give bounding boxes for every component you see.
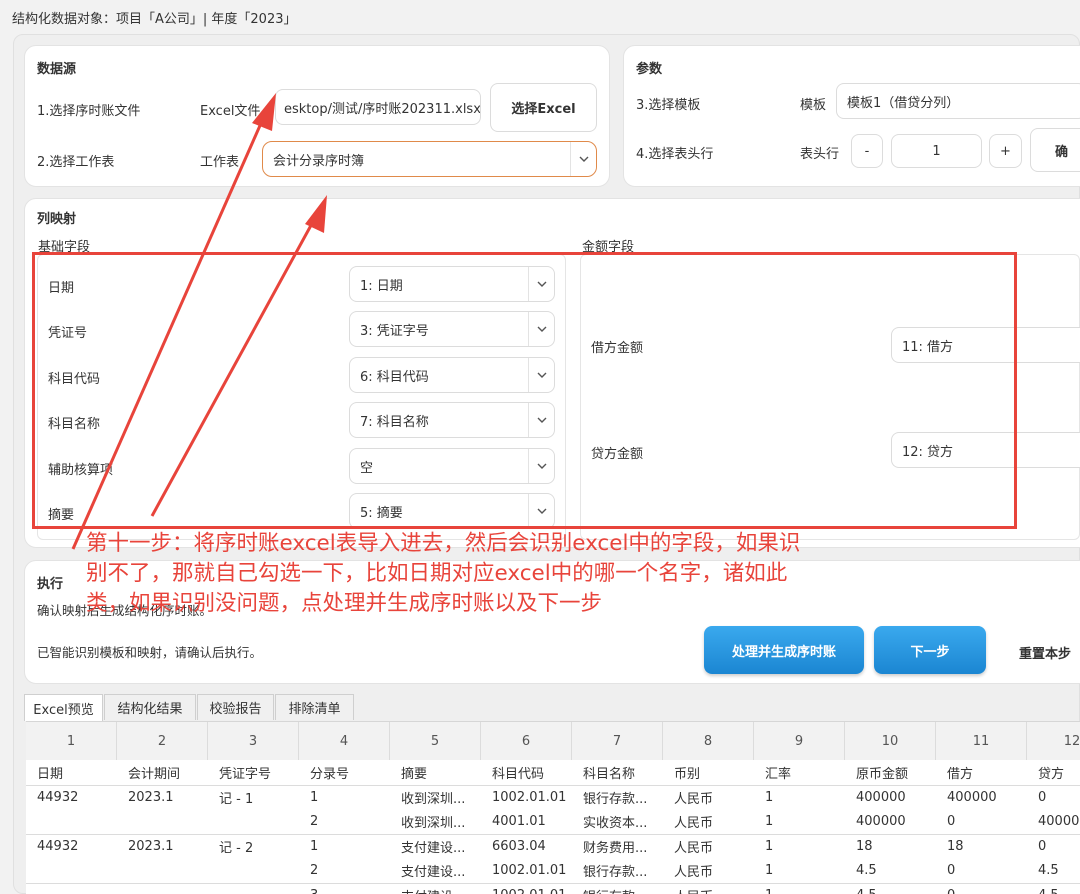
arrow-to-sheet — [150, 217, 317, 517]
annotation-arrows — [71, 93, 327, 550]
arrowhead-icon — [252, 93, 276, 131]
annotation-text: 第十一步：将序时账excel表导入进去，然后会识别excel中的字段，如果识别不… — [86, 531, 801, 616]
